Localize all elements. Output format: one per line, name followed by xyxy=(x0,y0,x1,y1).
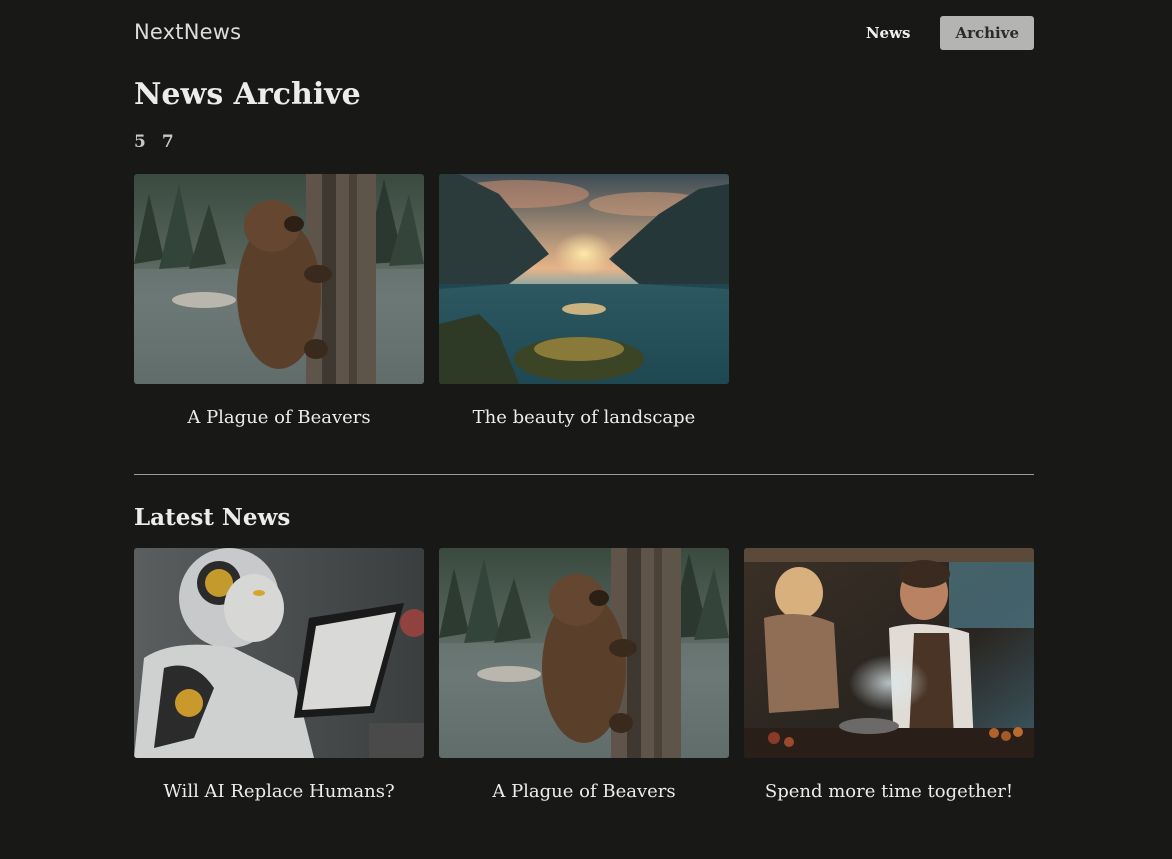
couple-cooking-photo xyxy=(744,548,1034,758)
beaver-photo xyxy=(439,548,729,758)
year-link[interactable]: 5 xyxy=(134,132,146,156)
news-card[interactable]: Spend more time together! xyxy=(744,548,1034,804)
page: NextNews News Archive News Archive 5 7 A… xyxy=(134,0,1034,804)
card-title: A Plague of Beavers xyxy=(492,781,676,802)
mountain-lake-photo xyxy=(439,174,729,384)
news-card[interactable]: A Plague of Beavers xyxy=(134,174,424,430)
nav-news-link[interactable]: News xyxy=(851,16,926,50)
card-title: Spend more time together! xyxy=(764,781,1014,802)
card-title: The beauty of landscape xyxy=(472,407,696,428)
nav-archive-link[interactable]: Archive xyxy=(940,16,1034,50)
news-card[interactable]: A Plague of Beavers xyxy=(439,548,729,804)
section-divider xyxy=(134,474,1034,475)
archive-grid: A Plague of Beavers The beauty of landsc… xyxy=(134,174,1034,430)
news-card[interactable]: The beauty of landscape xyxy=(439,174,729,430)
section-title: Latest News xyxy=(134,504,291,531)
robot-tablet-photo xyxy=(134,548,424,758)
site-header: NextNews News Archive xyxy=(134,0,1034,66)
year-filter: 5 7 xyxy=(134,132,1034,156)
news-card[interactable]: Will AI Replace Humans? xyxy=(134,548,424,804)
site-logo[interactable]: NextNews xyxy=(134,20,241,44)
year-link[interactable]: 7 xyxy=(162,132,174,156)
card-title: A Plague of Beavers xyxy=(187,407,371,428)
latest-grid: Will AI Replace Humans? A Plague of Beav… xyxy=(134,548,1034,804)
card-title: Will AI Replace Humans? xyxy=(163,781,395,802)
main-nav: News Archive xyxy=(851,16,1034,50)
page-title: News Archive xyxy=(134,77,361,112)
beaver-photo xyxy=(134,174,424,384)
